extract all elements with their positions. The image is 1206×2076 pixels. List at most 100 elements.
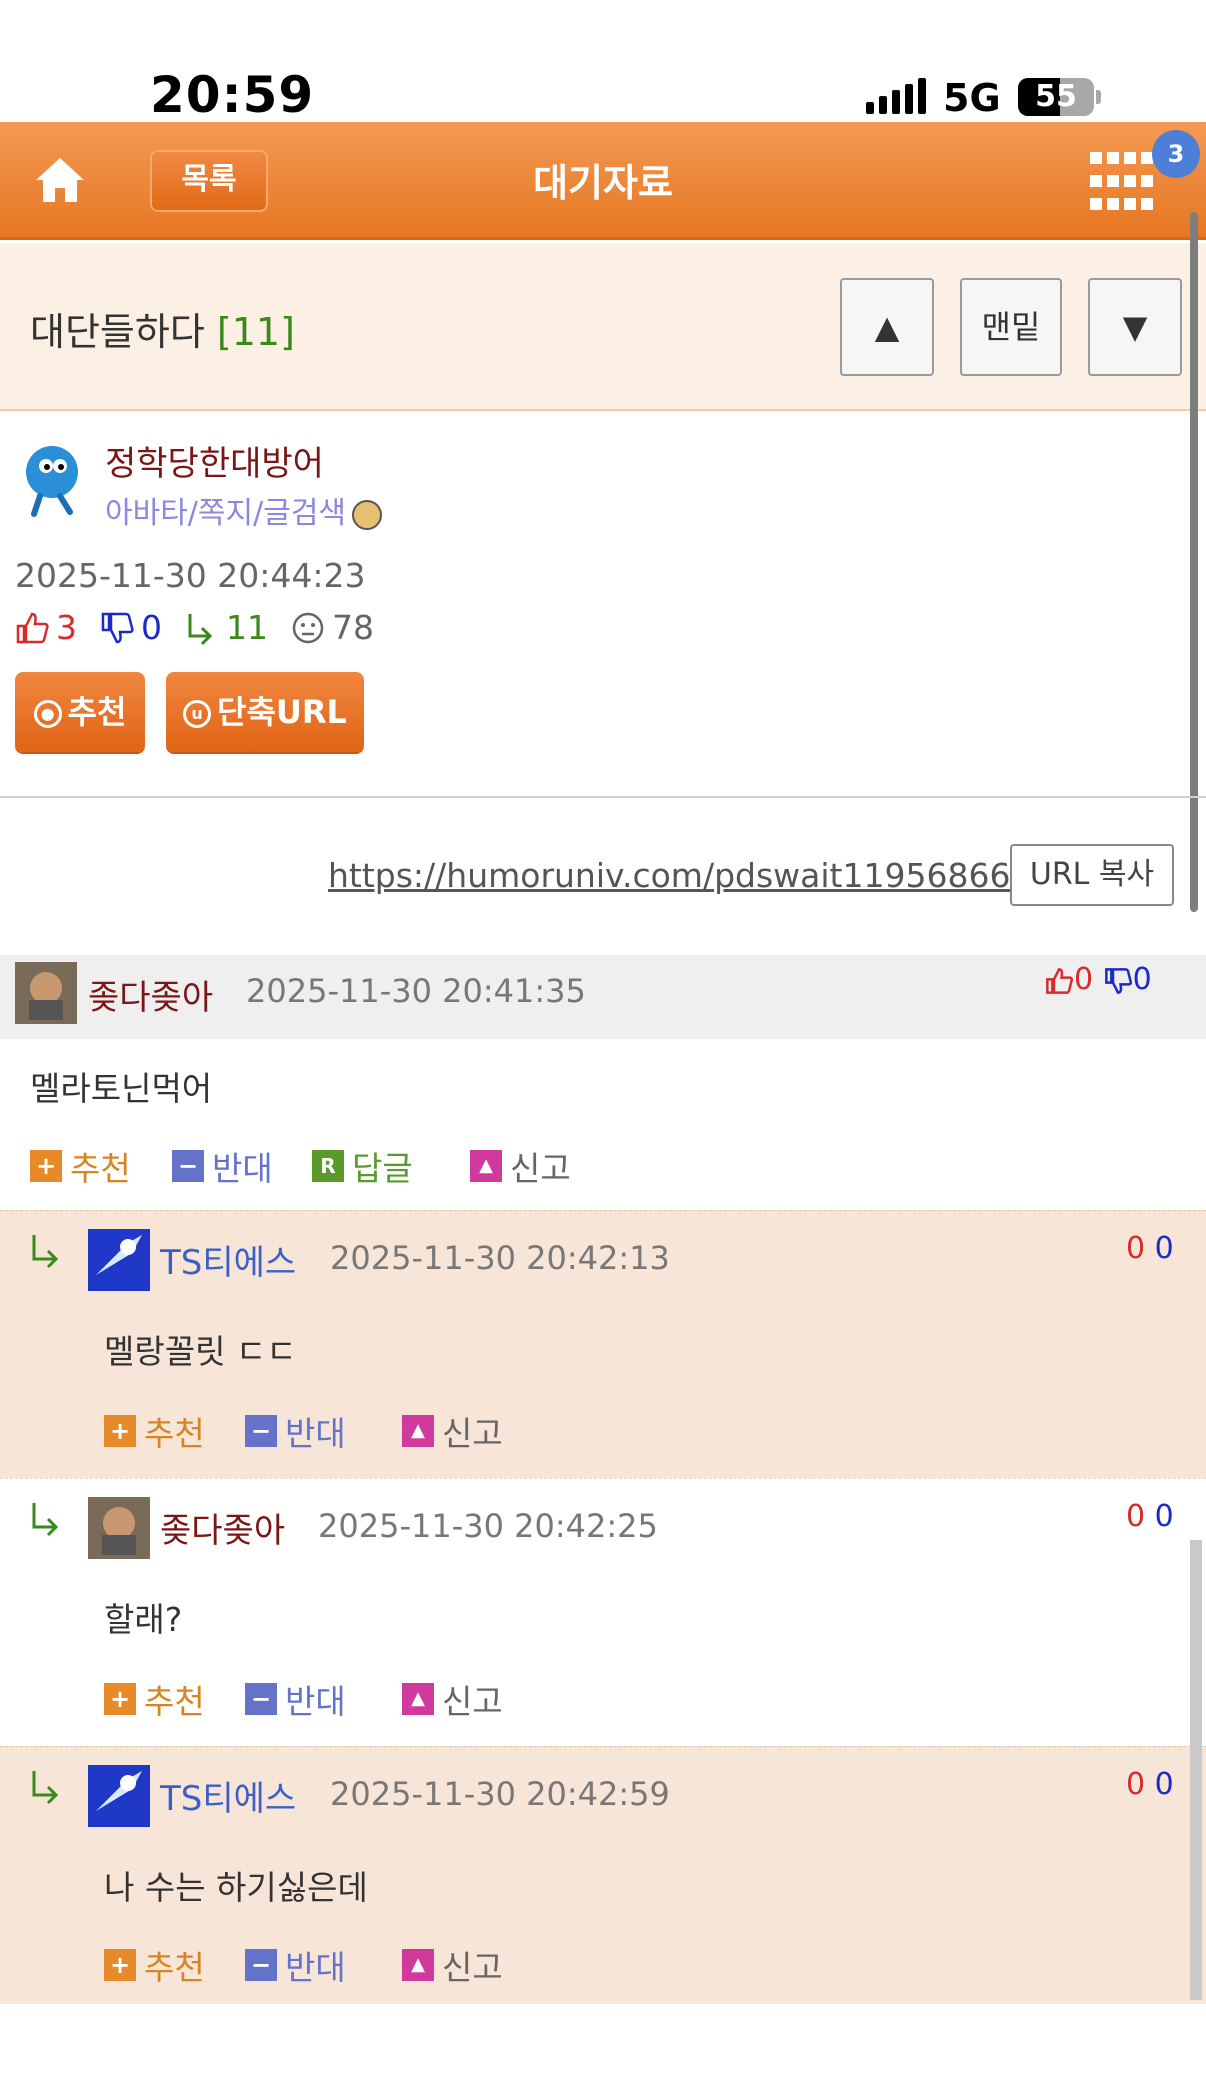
comment-oppose[interactable]: − 반대 [172, 1142, 273, 1190]
commenter-name[interactable]: TS티에스 [160, 1235, 296, 1284]
comment-recommend[interactable]: + 추천 [104, 1941, 205, 1989]
scrollbar-lower[interactable] [1190, 1540, 1202, 2000]
siren-icon: ▲ [402, 1949, 434, 1981]
reply-arrow-icon [188, 613, 213, 645]
comment-report[interactable]: ▲ 신고 [470, 1142, 571, 1190]
commenter-avatar[interactable] [15, 962, 77, 1024]
author-name[interactable]: 정학당한대방어 [105, 436, 324, 485]
status-time: 20:59 [150, 66, 315, 124]
network-label: 5G [943, 76, 1001, 120]
reply-arrow-icon [32, 1503, 59, 1537]
scroll-up-button[interactable]: ▲ [840, 278, 934, 376]
comment-down: 0 [1132, 962, 1152, 997]
thumbs-down-icon [101, 612, 134, 643]
comment-up: 0 [1126, 1231, 1146, 1266]
plus-icon: + [30, 1150, 62, 1182]
comment-up: 0 [1126, 1767, 1146, 1802]
reply-arrow-icon [32, 1235, 59, 1269]
comment-body: 멜라토닌먹어 [30, 1069, 213, 1108]
reply-count: 11 [226, 608, 268, 647]
author-links[interactable]: 아바타/쪽지/글검색 [105, 488, 383, 532]
post-title-bar: 대단들하다 [11] ▲ 맨밑 ▼ [0, 243, 1206, 411]
plus-icon: + [104, 1949, 136, 1981]
comment-votes: 0 0 [1126, 1231, 1174, 1266]
commenter-avatar[interactable] [88, 1497, 150, 1559]
comment-date: 2025-11-30 20:42:25 [318, 1507, 658, 1545]
oppose-label: 반대 [285, 1948, 346, 1987]
commenter-avatar[interactable] [88, 1229, 150, 1291]
comment-2: TS티에스 2025-11-30 20:42:13 0 0 멜랑꼴릿 ㄷㄷ + 추… [0, 1210, 1206, 1478]
reply-label: 답글 [352, 1149, 413, 1188]
comment-report[interactable]: ▲ 신고 [402, 1675, 503, 1723]
upvote-count: 3 [56, 608, 77, 647]
comment-oppose[interactable]: − 반대 [245, 1941, 346, 1989]
post-date: 2025-11-30 20:44:23 [15, 556, 366, 595]
url-circle-icon: u [183, 700, 212, 728]
recommend-label: 추천 [70, 1149, 131, 1188]
badge-icon [352, 499, 383, 530]
post-title-text: 대단들하다 [30, 310, 205, 354]
commenter-name[interactable]: TS티에스 [160, 1771, 296, 1820]
plus-icon: + [104, 1683, 136, 1715]
scroll-bottom-button[interactable]: 맨밑 [960, 278, 1062, 376]
view-count: 78 [332, 608, 374, 647]
comment-4: TS티에스 2025-11-30 20:42:59 0 0 나 수는 하기싫은데… [0, 1746, 1206, 2004]
recommend-label: 추천 [144, 1414, 205, 1453]
copy-url-button[interactable]: URL 복사 [1010, 844, 1174, 906]
report-label: 신고 [442, 1682, 503, 1721]
comment-up: 0 [1126, 1499, 1146, 1534]
comment-votes: 0 0 [1126, 1767, 1174, 1802]
comment-reply[interactable]: R 답글 [312, 1142, 413, 1190]
comment-report[interactable]: ▲ 신고 [402, 1407, 503, 1455]
thumbs-up-icon [16, 612, 49, 643]
recommend-button[interactable]: ● 추천 [15, 672, 145, 752]
oppose-label: 반대 [212, 1149, 273, 1188]
comment-recommend[interactable]: + 추천 [30, 1142, 131, 1190]
status-bar: 20:59 5G 55 [0, 0, 1206, 124]
minus-icon: − [245, 1949, 277, 1981]
scrollbar[interactable] [1190, 212, 1198, 912]
view-face-icon [292, 612, 324, 643]
comment-oppose[interactable]: − 반대 [245, 1407, 346, 1455]
reply-r-icon: R [312, 1150, 344, 1182]
comment-report[interactable]: ▲ 신고 [402, 1941, 503, 1989]
thumbs-down-icon [1104, 967, 1132, 994]
comment-oppose[interactable]: − 반대 [245, 1675, 346, 1723]
thumbs-up-icon [1046, 967, 1074, 994]
oppose-label: 반대 [285, 1414, 346, 1453]
downvote-count: 0 [141, 608, 162, 647]
signal-icon [866, 78, 926, 114]
post-stats: 3 0 11 78 [14, 608, 396, 647]
notification-badge[interactable]: 3 [1152, 130, 1200, 178]
comment-down: 0 [1154, 1499, 1174, 1534]
commenter-avatar[interactable] [88, 1765, 150, 1827]
comment-count: [11] [216, 310, 295, 354]
comment-recommend[interactable]: + 추천 [104, 1407, 205, 1455]
short-url-button[interactable]: u 단축URL [166, 672, 364, 752]
battery-percent: 55 [1035, 79, 1077, 114]
comment-down: 0 [1154, 1767, 1174, 1802]
recommend-circle-icon: ● [33, 700, 62, 728]
comment-recommend[interactable]: + 추천 [104, 1675, 205, 1723]
divider [0, 796, 1206, 798]
comment-body: 멜랑꼴릿 ㄷㄷ [104, 1332, 297, 1371]
comment-date: 2025-11-30 20:41:35 [246, 972, 586, 1010]
menu-grid-icon[interactable] [1090, 152, 1154, 216]
minus-icon: − [245, 1415, 277, 1447]
commenter-name[interactable]: 좆다좆아 [88, 970, 213, 1019]
scroll-down-button[interactable]: ▼ [1088, 278, 1182, 376]
commenter-name[interactable]: 좆다좆아 [160, 1503, 285, 1552]
short-url-link[interactable]: https://humoruniv.com/pdswait11956866 [328, 856, 1010, 895]
author-links-label[interactable]: 아바타/쪽지/글검색 [105, 496, 346, 531]
recommend-label: 추천 [144, 1682, 205, 1721]
author-avatar[interactable] [16, 440, 86, 520]
comment-body: 할래? [104, 1600, 183, 1639]
short-url-button-label: 단축URL [217, 693, 347, 731]
reply-arrow-icon [32, 1771, 59, 1805]
comment-up: 0 [1074, 962, 1094, 997]
siren-icon: ▲ [402, 1683, 434, 1715]
battery-icon: 55 [1018, 78, 1094, 116]
oppose-label: 반대 [285, 1682, 346, 1721]
comment-date: 2025-11-30 20:42:59 [330, 1775, 670, 1813]
page: 20:59 5G 55 목록 대기자료 3 대단들하다 [11] ▲ 맨밑 ▼ … [0, 0, 1206, 2076]
